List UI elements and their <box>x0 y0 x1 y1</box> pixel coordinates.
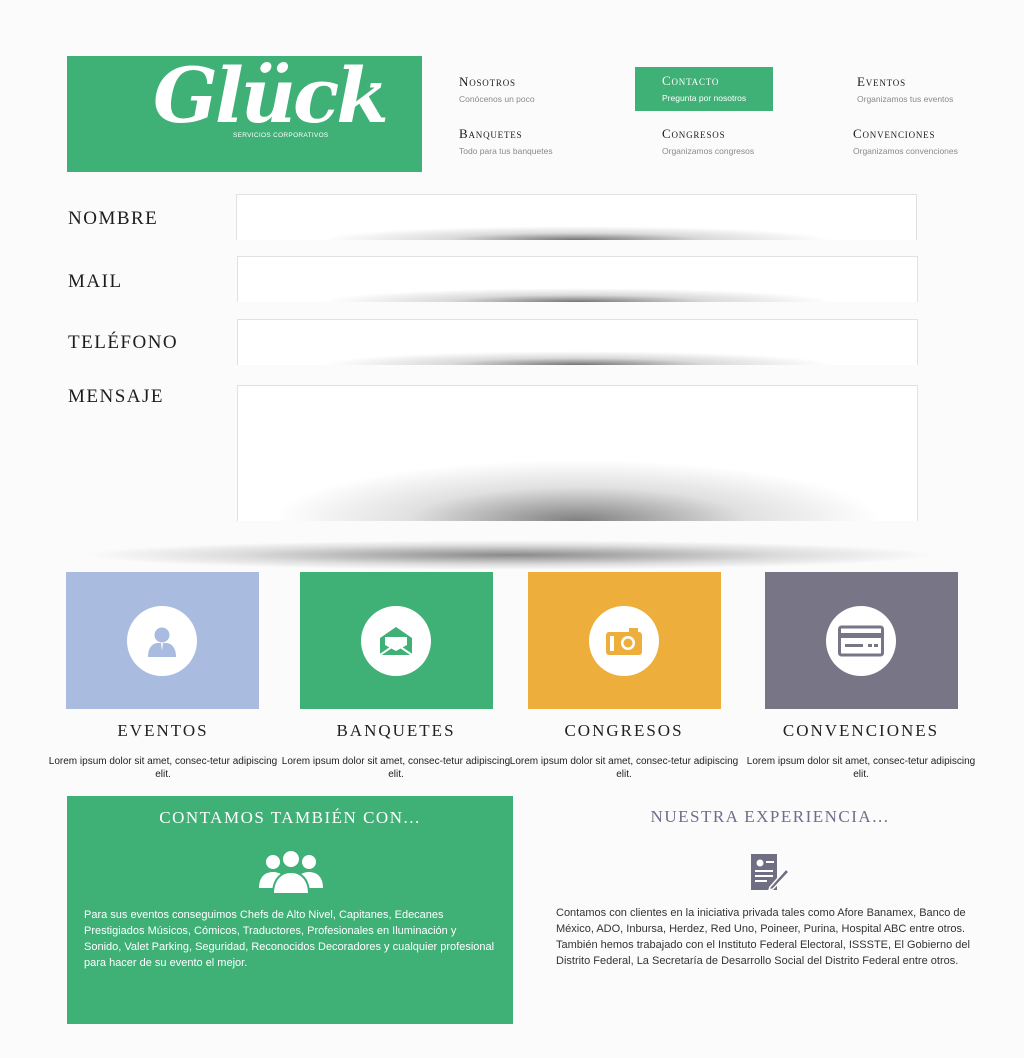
nav-subtitle: Todo para tus banquetes <box>459 146 553 156</box>
service-icon-circle <box>826 606 896 676</box>
contamos-section: CONTAMOS TAMBIÉN CON... Para sus eventos… <box>67 796 513 1024</box>
nav-subtitle: Organizamos convenciones <box>853 146 958 156</box>
contamos-text: Para sus eventos conseguimos Chefs de Al… <box>84 909 495 969</box>
logo-wordmark: Glück <box>153 51 389 140</box>
nav-item-convenciones[interactable]: Convenciones Organizamos convenciones <box>853 120 1003 164</box>
service-card-congresos[interactable] <box>528 572 721 709</box>
experiencia-text: Contamos con clientes en la iniciativa p… <box>556 907 970 967</box>
nav-item-congresos[interactable]: Congresos Organizamos congresos <box>662 120 800 164</box>
service-icon-circle <box>361 606 431 676</box>
service-title: CONVENCIONES <box>782 721 940 740</box>
mail-label: MAIL <box>68 271 123 292</box>
service-title: CONGRESOS <box>564 721 684 740</box>
service-description: Lorem ipsum dolor sit amet, consec-tetur… <box>509 756 739 780</box>
credit-card-icon <box>838 625 884 657</box>
nav-title: Congresos <box>662 126 726 141</box>
name-label: NOMBRE <box>68 208 159 229</box>
phone-field-wrapper <box>237 319 918 365</box>
group-icon <box>257 848 325 899</box>
nav-title: Contacto <box>662 73 720 88</box>
nav-item-contacto[interactable]: Contacto Pregunta por nosotros <box>635 67 773 111</box>
section-divider <box>80 540 940 570</box>
experiencia-title: NUESTRA EXPERIENCIA... <box>650 807 890 826</box>
person-icon <box>148 627 176 657</box>
nav-title: Eventos <box>857 74 906 89</box>
service-card-convenciones[interactable] <box>765 572 958 709</box>
name-field-wrapper <box>236 194 917 240</box>
message-textarea[interactable] <box>238 386 917 521</box>
nav-title: Nosotros <box>459 74 516 89</box>
nav-item-eventos[interactable]: Eventos Organizamos tus eventos <box>857 68 995 112</box>
service-description: Lorem ipsum dolor sit amet, consec-tetur… <box>281 756 511 780</box>
envelope-icon <box>379 627 413 656</box>
service-title: BANQUETES <box>336 721 456 740</box>
mail-input[interactable] <box>238 257 917 302</box>
logo-tagline: SERVICIOS CORPORATIVOS <box>233 132 329 139</box>
service-icon-circle <box>589 606 659 676</box>
service-description: Lorem ipsum dolor sit amet, consec-tetur… <box>746 756 976 780</box>
nav-item-banquetes[interactable]: Banquetes Todo para tus banquetes <box>459 120 597 164</box>
message-field-wrapper <box>237 385 918 521</box>
service-icon-circle <box>127 606 197 676</box>
phone-input[interactable] <box>238 320 917 365</box>
message-label: MENSAJE <box>68 386 165 407</box>
service-description: Lorem ipsum dolor sit amet, consec-tetur… <box>48 756 278 780</box>
nav-subtitle: Organizamos congresos <box>662 146 755 156</box>
document-pen-icon <box>748 851 791 898</box>
nav-title: Banquetes <box>459 126 523 141</box>
nav-subtitle: Conócenos un poco <box>459 94 535 104</box>
logo[interactable]: Glück SERVICIOS CORPORATIVOS <box>67 56 422 172</box>
service-card-eventos[interactable] <box>66 572 259 709</box>
phone-label: TELÉFONO <box>68 332 179 353</box>
mail-field-wrapper <box>237 256 918 302</box>
nav-subtitle: Pregunta por nosotros <box>662 93 747 103</box>
nav-item-nosotros[interactable]: Nosotros Conócenos un poco <box>459 68 597 112</box>
name-input[interactable] <box>237 195 916 240</box>
nav-title: Convenciones <box>853 126 936 141</box>
service-title: EVENTOS <box>117 721 209 740</box>
contamos-title: CONTAMOS TAMBIÉN CON... <box>159 808 421 827</box>
camera-icon <box>606 628 642 655</box>
nav-subtitle: Organizamos tus eventos <box>857 94 954 104</box>
service-card-banquetes[interactable] <box>300 572 493 709</box>
